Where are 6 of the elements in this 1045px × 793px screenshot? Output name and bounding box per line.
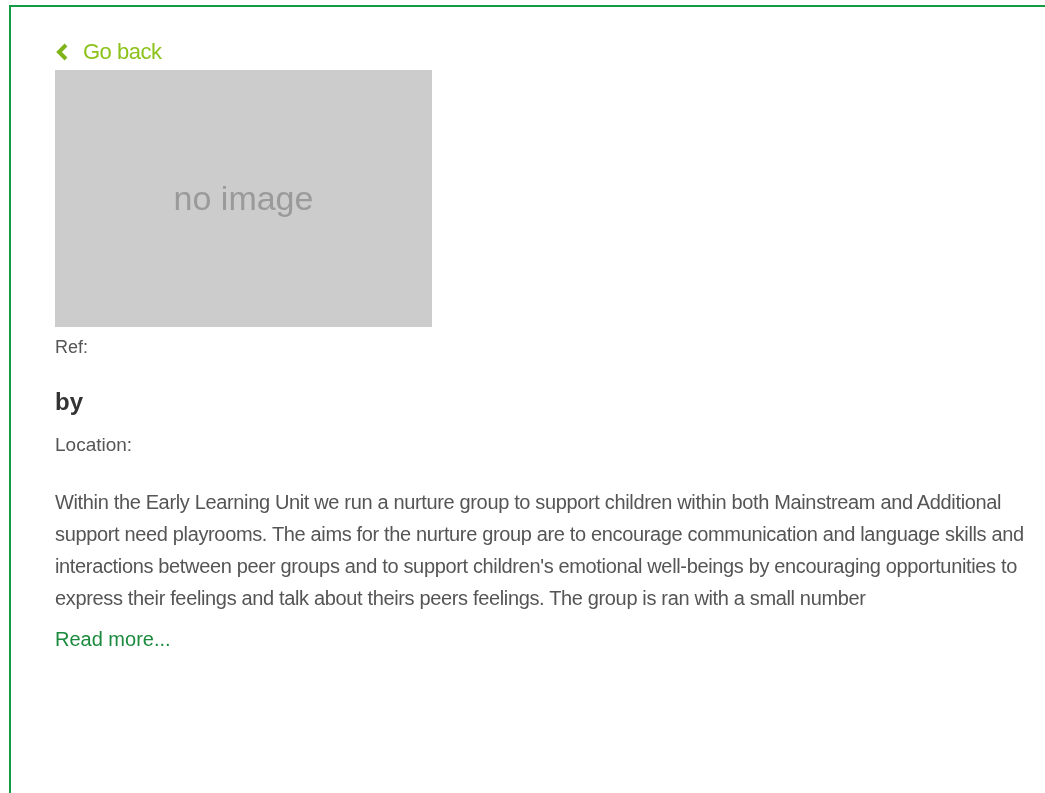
location-label: Location: <box>55 434 134 456</box>
chevron-left-icon <box>55 43 69 61</box>
author-heading: by <box>55 388 84 416</box>
description-text: Within the Early Learning Unit we run a nurture group to support children within both Mainstream and Additional support need playrooms. The aims for the nurture group are to encourage communication and language skills and interactions between peer groups and to support children's emotional well-beings by encouraging opportunities to express their feelings and talk about theirs peers feelings. The group is ran with a small number <box>55 490 1025 611</box>
ref-label: Ref: <box>55 337 89 358</box>
read-more-link[interactable]: Read more... <box>55 628 171 651</box>
